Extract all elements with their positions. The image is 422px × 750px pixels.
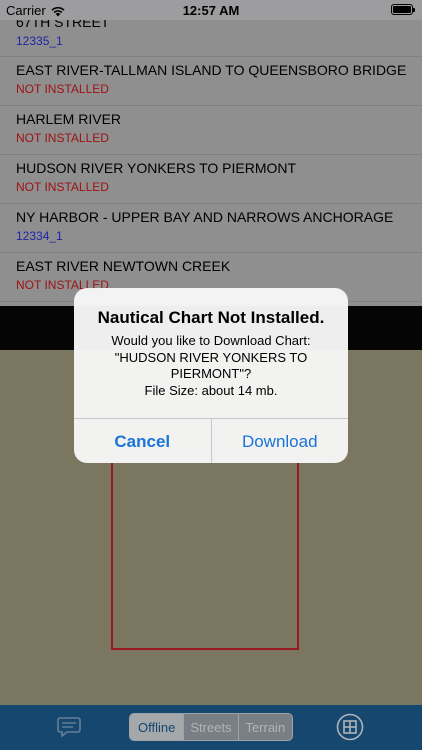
download-button[interactable]: Download xyxy=(212,419,349,463)
alert-message: Would you like to Download Chart: "HUDSO… xyxy=(88,333,334,399)
cancel-button[interactable]: Cancel xyxy=(74,419,212,463)
alert-button-row: Cancel Download xyxy=(74,418,348,463)
alert-message-line: PIERMONT"? xyxy=(170,366,252,381)
alert-message-line: "HUDSON RIVER YONKERS TO xyxy=(114,349,308,365)
alert-title: Nautical Chart Not Installed. xyxy=(97,308,325,327)
download-chart-alert: Nautical Chart Not Installed. Would you … xyxy=(74,288,348,463)
alert-message-line: Would you like to Download Chart: xyxy=(111,333,311,348)
alert-message-line: File Size: about 14 mb. xyxy=(144,382,278,398)
